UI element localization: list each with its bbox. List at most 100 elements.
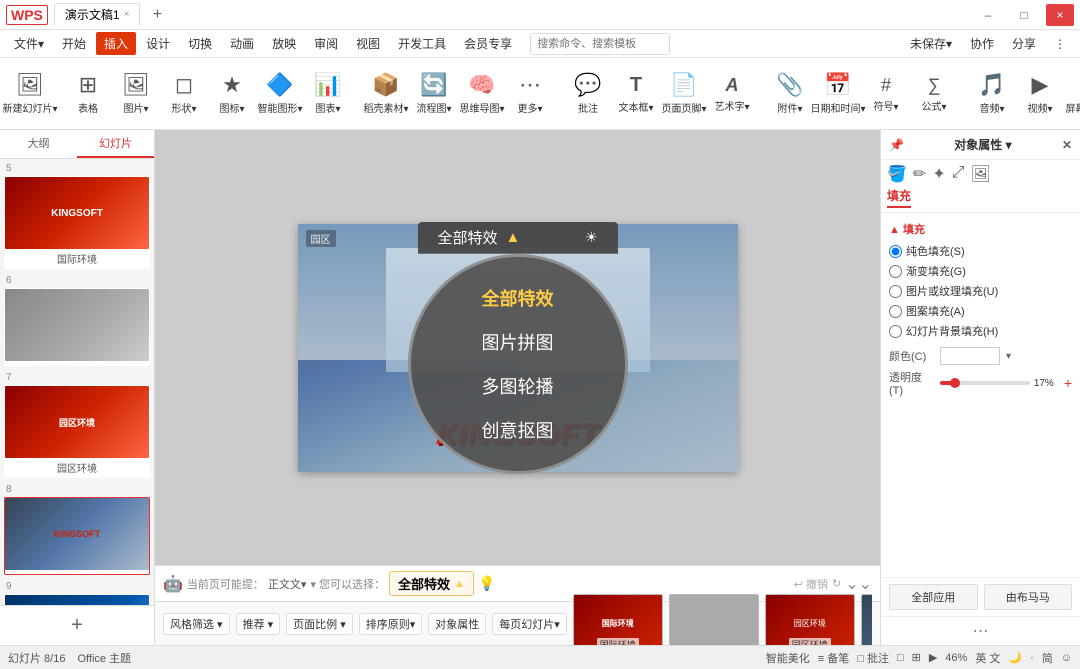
menu-view[interactable]: 视图 — [348, 32, 388, 55]
toolbar-symbol[interactable]: # 符号▾ — [864, 73, 908, 115]
maximize-button[interactable]: □ — [1010, 4, 1038, 26]
toolbar-material[interactable]: 📦 稻壳素材▾ — [364, 70, 408, 117]
status-comment-button[interactable]: □ 批注 — [857, 650, 889, 666]
slide-item[interactable] — [4, 288, 150, 366]
menu-unsaved[interactable]: 未保存▾ — [902, 32, 960, 55]
page-ratio-button[interactable]: 页面比例 ▾ — [286, 613, 353, 635]
menu-collaborate[interactable]: 协作 — [962, 32, 1002, 55]
toolbar-formula[interactable]: ∑ 公式▾ — [912, 73, 956, 115]
view-normal-icon[interactable]: □ — [897, 652, 904, 664]
right-panel-image-icon[interactable]: 🖼 — [971, 164, 991, 184]
apply-all-button[interactable]: 全部应用 — [889, 584, 978, 610]
fill-background-radio[interactable]: 幻灯片背景填充(H) — [889, 323, 1072, 339]
menu-slideshow[interactable]: 放映 — [264, 32, 304, 55]
toolbar-chart[interactable]: 📊 图表▾ — [306, 70, 350, 117]
fill-picture-radio[interactable]: 图片或纹理填充(U) — [889, 283, 1072, 299]
transparency-slider[interactable] — [940, 381, 1030, 385]
slide-item[interactable]: 园区环境 园区环境 — [4, 385, 150, 478]
menu-design[interactable]: 设计 — [138, 32, 178, 55]
tab-outline[interactable]: 大纲 — [0, 130, 77, 158]
style-filter-button[interactable]: 风格筛选 ▾ — [163, 613, 230, 635]
list-item[interactable]: KINGSOFT 园区环境 — [861, 594, 872, 646]
per-page-button[interactable]: 每页幻灯片▾ — [492, 613, 567, 635]
color-dropdown-icon[interactable]: ▾ — [1006, 351, 1011, 362]
size-icon[interactable]: ⤢ — [952, 164, 965, 184]
fill-gradient-radio[interactable]: 渐变填充(G) — [889, 263, 1072, 279]
toolbar-table[interactable]: ⊞ 表格 — [66, 70, 110, 117]
line-icon[interactable]: ✏ — [913, 164, 926, 184]
close-button[interactable]: × — [1046, 4, 1074, 26]
fill-icon[interactable]: 🪣 — [887, 164, 907, 184]
menu-review[interactable]: 审阅 — [306, 32, 346, 55]
play-icon[interactable]: ▶ — [929, 651, 937, 664]
list-item[interactable]: 园区环境 园区环境 — [765, 594, 855, 646]
effect-item-collage[interactable]: 图片拼图 — [433, 323, 603, 361]
panel-pin-icon[interactable]: 📌 — [889, 138, 904, 152]
moon-icon: 🌙 — [1008, 651, 1022, 664]
color-picker[interactable] — [940, 347, 1000, 365]
right-panel-close-icon[interactable]: ✕ — [1062, 138, 1072, 152]
transparency-thumb[interactable] — [950, 378, 960, 388]
fill-tab-label[interactable]: 填充 — [887, 187, 911, 208]
menu-home[interactable]: 开始 — [54, 32, 94, 55]
toolbar-comment[interactable]: 💬 批注 — [566, 70, 610, 117]
toolbar-mindmap[interactable]: 🧠 思维导图▾ — [460, 70, 504, 117]
document-tab[interactable]: 演示文稿1 × — [54, 3, 141, 26]
toolbar-shape[interactable]: ◻ 形状▾ — [162, 70, 206, 117]
attr-button[interactable]: 对象属性 — [428, 613, 486, 635]
collapse-icon[interactable]: ⌄⌄ — [845, 574, 872, 594]
search-input[interactable] — [530, 33, 670, 55]
toolbar-audio[interactable]: 🎵 音频▾ — [970, 70, 1014, 117]
menu-vip[interactable]: 会员专享 — [456, 32, 520, 55]
toolbar-footer[interactable]: 📄 页面页脚▾ — [662, 70, 706, 117]
sort-button[interactable]: 排序原则▾ — [359, 613, 423, 635]
recommend-button[interactable]: 推荐 ▾ — [236, 613, 281, 635]
slide-item-active[interactable]: KINGSOFT — [4, 497, 150, 575]
toolbar-textbox[interactable]: T 文本框▾ — [614, 72, 658, 116]
effect-item-all[interactable]: 全部特效 — [433, 279, 603, 317]
new-tab-button[interactable]: + — [146, 4, 168, 26]
horse-button[interactable]: 由布马马 — [984, 584, 1073, 610]
effect-panel-button[interactable]: 全部特效 ▲ — [389, 571, 474, 596]
slide-item[interactable]: 园区环境 园区环境 — [4, 594, 150, 605]
toolbar-image[interactable]: 🖼 图片▾ — [114, 70, 158, 117]
ai-beautify-button[interactable]: 智能美化 — [766, 650, 810, 666]
menu-transition[interactable]: 切换 — [180, 32, 220, 55]
menu-animation[interactable]: 动画 — [222, 32, 262, 55]
toolbar-wordart[interactable]: A 艺术字▾ — [710, 73, 754, 115]
toolbar-more[interactable]: ⋯ 更多▾ — [508, 70, 552, 117]
toolbar-record[interactable]: ⏺ 屏幕录制▾ — [1066, 70, 1080, 117]
toolbar-icon[interactable]: ★ 图标▾ — [210, 70, 254, 117]
effect-settings-icon[interactable]: ☀ — [585, 229, 598, 246]
effect-item-cutout[interactable]: 创意抠图 — [433, 411, 603, 449]
menu-developer[interactable]: 开发工具 — [390, 32, 454, 55]
tab-close-icon[interactable]: × — [124, 9, 130, 20]
effect-item-carousel[interactable]: 多图轮播 — [433, 367, 603, 405]
add-slide-button[interactable]: + — [0, 605, 154, 645]
menu-file[interactable]: 文件▾ — [6, 32, 52, 55]
right-panel-expand-button[interactable]: ⋯ — [881, 616, 1080, 645]
minimize-button[interactable]: – — [974, 4, 1002, 26]
menu-insert[interactable]: 插入 — [96, 32, 136, 55]
list-item[interactable]: 国际环境 国际环境 — [573, 594, 663, 646]
fill-solid-radio[interactable]: 纯色填充(S) — [889, 243, 1072, 259]
slide-display-area[interactable]: KINGSOFT 园区 全部特效 ▲ ☀ 全部 — [155, 130, 880, 565]
effect-icon[interactable]: ✦ — [932, 164, 945, 184]
prepare-button[interactable]: ≡ 备笔 — [818, 650, 849, 666]
fill-pattern-radio[interactable]: 图案填充(A) — [889, 303, 1072, 319]
transparency-add-icon[interactable]: + — [1064, 375, 1072, 391]
toolbar-attach[interactable]: 📎 附件▾ — [768, 70, 812, 117]
toolbar-datetime[interactable]: 📅 日期和时间▾ — [816, 70, 860, 117]
lightbulb-icon[interactable]: 💡 — [478, 575, 495, 592]
list-item[interactable] — [669, 594, 759, 646]
toolbar-flowchart[interactable]: 🔄 流程图▾ — [412, 70, 456, 117]
slide-item[interactable]: KINGSOFT 国际环境 — [4, 176, 150, 269]
view-grid-icon[interactable]: ⊞ — [912, 651, 921, 664]
tab-slides[interactable]: 幻灯片 — [77, 130, 154, 158]
toolbar-new-slide[interactable]: 🖼 新建幻灯片▾ — [8, 70, 52, 117]
video-icon: ▶ — [1032, 72, 1049, 98]
toolbar-video[interactable]: ▶ 视频▾ — [1018, 70, 1062, 117]
menu-share[interactable]: 分享 — [1004, 32, 1044, 55]
menu-more[interactable]: ⋮ — [1046, 34, 1074, 54]
toolbar-smart-shape[interactable]: 🔷 智能图形▾ — [258, 70, 302, 117]
